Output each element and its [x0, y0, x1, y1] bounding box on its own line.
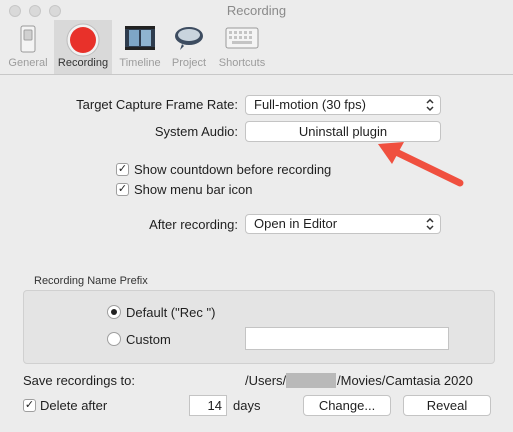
frame-rate-label: Target Capture Frame Rate: — [76, 97, 238, 112]
reveal-button[interactable]: Reveal — [403, 395, 491, 416]
tab-recording[interactable]: Recording — [54, 20, 112, 74]
default-prefix-radio[interactable] — [107, 305, 121, 319]
frame-rate-value: Full-motion (30 fps) — [254, 97, 366, 112]
annotation-arrow-icon — [378, 142, 464, 187]
save-recordings-label: Save recordings to: — [23, 373, 136, 388]
save-path-prefix: /Users/ — [245, 373, 287, 388]
preferences-toolbar: General Recording Timeline Project Short… — [0, 20, 513, 75]
after-recording-label: After recording: — [149, 217, 238, 232]
tab-timeline-label: Timeline — [119, 57, 161, 69]
frame-rate-popup[interactable]: Full-motion (30 fps) — [245, 95, 441, 115]
tab-project[interactable]: Project — [166, 20, 212, 74]
tab-general[interactable]: General — [4, 20, 52, 74]
switch-icon — [20, 25, 36, 53]
chevron-updown-icon — [426, 98, 434, 112]
tab-recording-label: Recording — [57, 57, 109, 69]
after-recording-value: Open in Editor — [254, 216, 338, 231]
prefix-group-title: Recording Name Prefix — [34, 275, 148, 287]
blimp-icon — [175, 27, 203, 50]
countdown-label: Show countdown before recording — [134, 162, 332, 177]
tab-shortcuts[interactable]: Shortcuts — [214, 20, 270, 74]
custom-prefix-radio[interactable] — [107, 332, 121, 346]
chevron-updown-icon — [426, 217, 434, 231]
title-bar: Recording — [0, 0, 513, 22]
menubar-label: Show menu bar icon — [134, 182, 253, 197]
save-path-suffix: /Movies/Camtasia 2020 — [337, 373, 473, 388]
custom-prefix-input[interactable] — [245, 327, 449, 350]
change-button[interactable]: Change... — [303, 395, 391, 416]
keyboard-icon — [225, 27, 259, 49]
window-title: Recording — [226, 3, 287, 18]
delete-days-input[interactable]: 14 — [189, 395, 227, 416]
tab-general-label: General — [8, 57, 48, 69]
tab-shortcuts-label: Shortcuts — [218, 57, 266, 69]
tab-timeline[interactable]: Timeline — [116, 20, 164, 74]
menubar-checkbox[interactable]: ✓ — [116, 183, 129, 196]
system-audio-label: System Audio: — [154, 124, 238, 139]
preferences-window: Recording General Recording Timeline Pro… — [0, 0, 513, 432]
redacted-username — [286, 373, 336, 388]
delete-after-checkbox[interactable]: ✓ — [23, 399, 36, 412]
tab-project-label: Project — [171, 57, 207, 69]
days-unit-label: days — [233, 398, 261, 413]
countdown-checkbox[interactable]: ✓ — [116, 163, 129, 176]
record-icon — [66, 23, 100, 57]
default-prefix-label: Default ("Rec ") — [126, 305, 216, 320]
delete-after-label: Delete after — [40, 398, 108, 413]
filmstrip-icon — [125, 26, 155, 50]
after-recording-popup[interactable]: Open in Editor — [245, 214, 441, 234]
custom-prefix-label: Custom — [126, 332, 171, 347]
radio-selected-dot — [111, 309, 117, 315]
